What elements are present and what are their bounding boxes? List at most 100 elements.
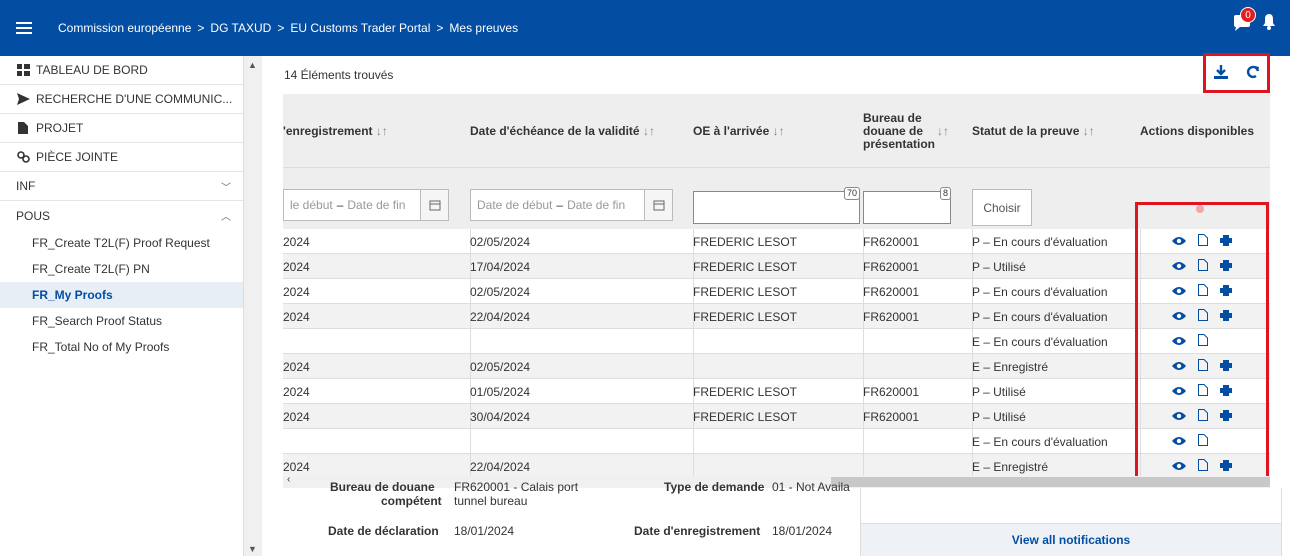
view-all-notifications-button[interactable]: View all notifications [861, 523, 1281, 556]
hamburger-menu-icon[interactable] [16, 22, 32, 34]
cell-echeance: 30/04/2024 [470, 409, 531, 424]
sidebar-subitem-search-proof-status[interactable]: FR_Search Proof Status [0, 308, 243, 334]
sidebar-item-attachment[interactable]: PIÈCE JOINTE [0, 143, 243, 172]
table-body: 2024 02/05/2024 FREDERIC LESOT FR620001 P – … [283, 229, 1270, 479]
table-row: 2024 02/05/2024 FREDERIC LESOT FR620001 P – … [283, 229, 1270, 254]
declaration-date-value: 18/01/2024 [454, 524, 515, 538]
chat-icon[interactable]: 0 [1232, 6, 1256, 33]
sidebar-subitem-create-proof-request[interactable]: FR_Create T2L(F) Proof Request [0, 230, 243, 256]
toolbar-highlight [1203, 53, 1270, 93]
column-divider [470, 429, 471, 454]
calendar-icon[interactable] [644, 190, 672, 220]
calendar-icon[interactable] [420, 190, 448, 220]
sidebar-item-pous[interactable]: POUS ︿ [0, 201, 243, 230]
notifications-panel: View all notifications [860, 488, 1282, 556]
breadcrumb: Commission européenne > DG TAXUD > EU Cu… [58, 21, 518, 35]
cell-bureau: FR620001 [863, 259, 920, 274]
column-divider [693, 354, 694, 379]
sidebar: TABLEAU DE BORD RECHERCHE D'UNE COMMUNIC… [0, 56, 244, 556]
breadcrumb-item-current: Mes preuves [449, 21, 519, 35]
column-divider [693, 329, 694, 354]
cell-bureau: FR620001 [863, 234, 920, 249]
cell-statut: P – Utilisé [972, 384, 1026, 399]
breadcrumb-item[interactable]: Commission européenne [58, 21, 191, 35]
file-icon [16, 122, 30, 134]
scrollbar-thumb[interactable] [831, 477, 1270, 487]
breadcrumb-item[interactable]: DG TAXUD [210, 21, 271, 35]
column-divider [470, 329, 471, 354]
sidebar-scrollbar[interactable]: ▲ ▼ [244, 56, 262, 556]
top-bar: Commission européenne > DG TAXUD > EU Cu… [0, 0, 1290, 56]
download-icon[interactable] [1214, 65, 1228, 82]
header-enregistrement[interactable]: 'enregistrement ↓↑ [283, 94, 388, 168]
cell-statut: P – En cours d'évaluation [972, 234, 1108, 249]
sidebar-subitem-total-proofs[interactable]: FR_Total No of My Proofs [0, 334, 243, 360]
sidebar-item-dashboard[interactable]: TABLEAU DE BORD [0, 56, 243, 85]
sidebar-item-project[interactable]: PROJET [0, 114, 243, 143]
sidebar-item-search-communication[interactable]: RECHERCHE D'UNE COMMUNIC... [0, 85, 243, 114]
filter-row: le début – Date de fin Date de début – Date … [283, 168, 1270, 229]
cell-oe: FREDERIC LESOT [693, 409, 798, 424]
table-row: 2024 01/05/2024 FREDERIC LESOT FR620001 P – … [283, 379, 1270, 404]
header-actions: Actions disponibles [1140, 124, 1255, 138]
attachment-icon [16, 151, 30, 163]
column-divider [863, 329, 864, 354]
sort-icon[interactable]: ↓↑ [643, 124, 655, 138]
dashboard-icon [16, 64, 30, 76]
bell-icon[interactable] [1262, 14, 1276, 33]
date-range-filter-enregistrement[interactable]: le début – Date de fin [283, 189, 449, 221]
cell-echeance: 02/05/2024 [470, 234, 531, 249]
cell-oe: FREDERIC LESOT [693, 384, 798, 399]
cell-echeance: 02/05/2024 [470, 359, 531, 374]
table-row: E – En cours d'évaluation [283, 429, 1270, 454]
declaration-date-label: Date de déclaration [328, 524, 439, 538]
date-range-filter-echeance[interactable]: Date de début – Date de fin [470, 189, 673, 221]
scroll-down-icon[interactable]: ▼ [248, 544, 257, 554]
send-icon [16, 93, 30, 105]
chevron-down-icon: ﹀ [221, 182, 231, 194]
cell-echeance: 17/04/2024 [470, 259, 531, 274]
cell-oe: FREDERIC LESOT [693, 259, 798, 274]
cell-oe: FREDERIC LESOT [693, 284, 798, 299]
table-row: 2024 30/04/2024 FREDERIC LESOT FR620001 P – … [283, 404, 1270, 429]
cell-enregistrement: 2024 [283, 309, 310, 324]
sidebar-subitem-create-pn[interactable]: FR_Create T2L(F) PN [0, 256, 243, 282]
header-statut[interactable]: Statut de la preuve ↓↑ [972, 94, 1095, 168]
cell-enregistrement: 2024 [283, 359, 310, 374]
table-row: E – En cours d'évaluation [283, 329, 1270, 354]
oe-filter-input[interactable]: 70 [693, 187, 860, 224]
sidebar-item-label: RECHERCHE D'UNE COMMUNIC... [36, 92, 233, 106]
sidebar-item-label: INF [16, 179, 36, 193]
cell-oe: FREDERIC LESOT [693, 309, 798, 324]
competent-label: compétent [381, 494, 442, 508]
statut-select[interactable]: Choisir [972, 189, 1032, 226]
sidebar-item-inf[interactable]: INF ﹀ [0, 172, 243, 201]
table-row: 2024 02/05/2024 E – Enregistré [283, 354, 1270, 379]
column-divider [693, 429, 694, 454]
breadcrumb-item[interactable]: EU Customs Trader Portal [290, 21, 430, 35]
registration-date-label: Date d'enregistrement [634, 524, 761, 538]
table-row: 2024 22/04/2024 FREDERIC LESOT FR620001 P – … [283, 304, 1270, 329]
refresh-icon[interactable] [1246, 65, 1260, 82]
registration-date-value: 18/01/2024 [772, 524, 833, 538]
cell-statut: P – Utilisé [972, 259, 1026, 274]
sidebar-item-label: PIÈCE JOINTE [36, 150, 119, 164]
column-divider [863, 354, 864, 379]
sidebar-item-label: POUS [16, 208, 51, 223]
char-counter: 70 [843, 187, 860, 200]
scroll-up-icon[interactable]: ▲ [248, 60, 257, 70]
sort-icon[interactable]: ↓↑ [1083, 124, 1095, 138]
sort-icon[interactable]: ↓↑ [376, 124, 388, 138]
sort-icon[interactable]: ↓↑ [937, 124, 949, 138]
scroll-left-icon[interactable]: ‹ [287, 474, 290, 485]
table-row: 2024 02/05/2024 FREDERIC LESOT FR620001 P – … [283, 279, 1270, 304]
header-echeance[interactable]: Date d'échéance de la validité ↓↑ [470, 94, 655, 168]
sort-icon[interactable]: ↓↑ [773, 124, 785, 138]
breadcrumb-separator: > [436, 21, 444, 35]
sidebar-item-label: TABLEAU DE BORD [36, 63, 148, 77]
header-bureau[interactable]: Bureau de douane de présentation ↓↑ [863, 94, 953, 168]
bureau-filter-input[interactable]: 8 [863, 187, 951, 224]
sidebar-subitem-my-proofs[interactable]: FR_My Proofs [0, 282, 243, 308]
breadcrumb-separator: > [197, 21, 205, 35]
header-oe[interactable]: OE à l'arrivée ↓↑ [693, 94, 785, 168]
